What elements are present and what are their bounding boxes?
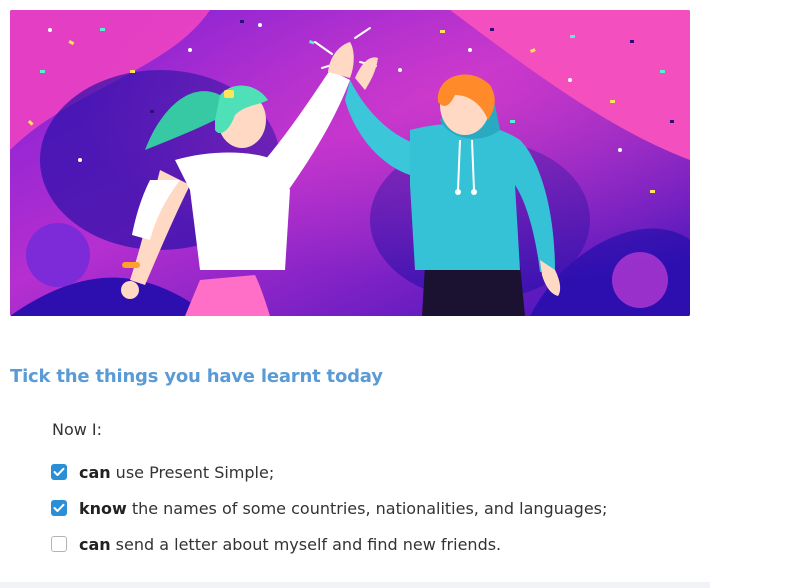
checkbox-unchecked[interactable] [51, 536, 67, 552]
checkbox-checked[interactable] [51, 464, 67, 480]
hero-illustration [10, 10, 690, 316]
checklist-item[interactable]: can send a letter about myself and find … [51, 526, 607, 562]
checklist-item-keyword: can [79, 462, 111, 482]
checklist-item[interactable]: know the names of some countries, nation… [51, 490, 607, 526]
page: Tick the things you have learnt today No… [0, 0, 808, 588]
checkbox-checked[interactable] [51, 500, 67, 516]
checklist-item[interactable]: can use Present Simple; [51, 454, 607, 490]
checklist-item-keyword: know [79, 498, 127, 518]
checkmark-icon [53, 467, 65, 476]
high-five-illustration [10, 10, 690, 316]
learning-checklist: can use Present Simple; know the names o… [51, 454, 607, 562]
checkmark-icon [53, 503, 65, 512]
checklist-intro: Now I: [52, 420, 103, 439]
section-heading: Tick the things you have learnt today [10, 366, 383, 387]
footer-divider [0, 582, 710, 588]
checklist-item-text: the names of some countries, nationaliti… [131, 498, 608, 518]
checklist-item-text: use Present Simple; [115, 462, 275, 482]
checklist-item-text: send a letter about myself and find new … [115, 534, 502, 554]
checklist-item-keyword: can [79, 534, 111, 554]
